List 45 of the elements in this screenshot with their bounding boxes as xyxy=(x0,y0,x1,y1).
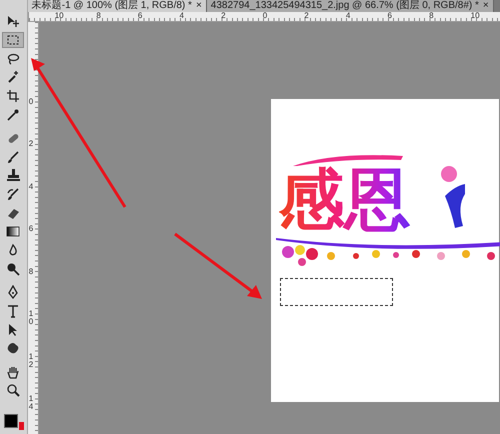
hand-icon xyxy=(6,364,20,379)
stamp-icon xyxy=(6,168,20,182)
ruler-label: 8 xyxy=(96,12,102,21)
lasso-icon xyxy=(6,52,20,66)
blob-icon xyxy=(6,341,20,356)
document-tab[interactable]: 未标题-1 @ 100% (图层 1, RGB/8) * × xyxy=(28,0,207,12)
type-icon xyxy=(6,304,20,318)
marquee-icon xyxy=(6,32,20,47)
tab-title: 4382794_133425494315_2.jpg @ 66.7% (图层 0, RGB/8#) * xyxy=(210,0,479,12)
ruler-label: 0 xyxy=(262,12,268,21)
crop-icon xyxy=(6,88,20,103)
tab-title: 未标题-1 @ 100% (图层 1, RGB/8) * xyxy=(32,0,192,12)
pen-icon xyxy=(6,285,20,300)
ruler-label: 2 xyxy=(304,12,310,21)
tool-button[interactable] xyxy=(2,32,24,48)
gradient-icon xyxy=(6,224,20,238)
ruler-label: 0 xyxy=(28,96,34,106)
ruler-label: 14 xyxy=(28,394,34,412)
ruler-label: 10 xyxy=(470,12,481,21)
ruler-label: 4 xyxy=(180,12,185,21)
move-icon xyxy=(6,14,20,28)
zoom-icon xyxy=(6,383,20,398)
ruler-label: 4 xyxy=(346,12,352,21)
ruler-label: 10 xyxy=(54,12,65,21)
tab-close-button[interactable]: × xyxy=(196,0,202,12)
background-color-swatch[interactable] xyxy=(19,422,24,430)
wand-icon xyxy=(6,70,20,84)
magnifier-shape-icon xyxy=(6,262,20,276)
eyedropper-icon xyxy=(6,108,20,122)
ruler-label: 6 xyxy=(387,12,393,21)
ruler-label: 8 xyxy=(28,266,34,276)
ruler-label: 4 xyxy=(28,182,34,191)
brush-icon xyxy=(6,150,20,164)
foreground-color-swatch[interactable] xyxy=(4,414,18,428)
ruler-label: 2 xyxy=(221,12,227,21)
ruler-label: 6 xyxy=(28,224,34,234)
ruler-label: 2 xyxy=(28,139,34,148)
ruler-label: 12 xyxy=(28,352,34,369)
document-tab[interactable]: 4382794_133425494315_2.jpg @ 66.7% (图层 0, RGB/8#) * × xyxy=(206,0,494,12)
tab-close-button[interactable]: × xyxy=(482,0,489,12)
brush-icon xyxy=(6,187,20,202)
ruler-label: 8 xyxy=(429,12,435,21)
artwork-text: 感恩 xyxy=(278,166,411,232)
ruler-label: 10 xyxy=(28,309,34,326)
ruler-label: 6 xyxy=(138,12,144,21)
